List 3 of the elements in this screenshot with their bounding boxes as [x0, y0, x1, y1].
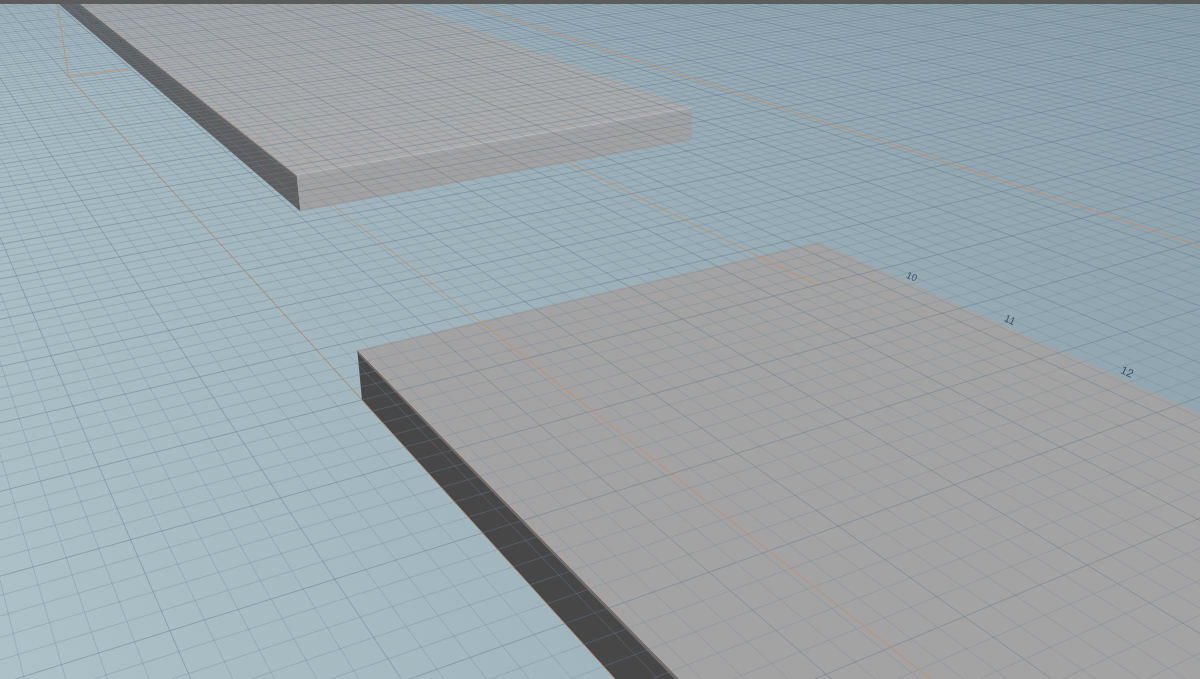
ruler-label: 10: [904, 269, 919, 284]
ruler-label: 11: [1002, 312, 1018, 328]
ruler-label: 12: [1118, 363, 1136, 380]
